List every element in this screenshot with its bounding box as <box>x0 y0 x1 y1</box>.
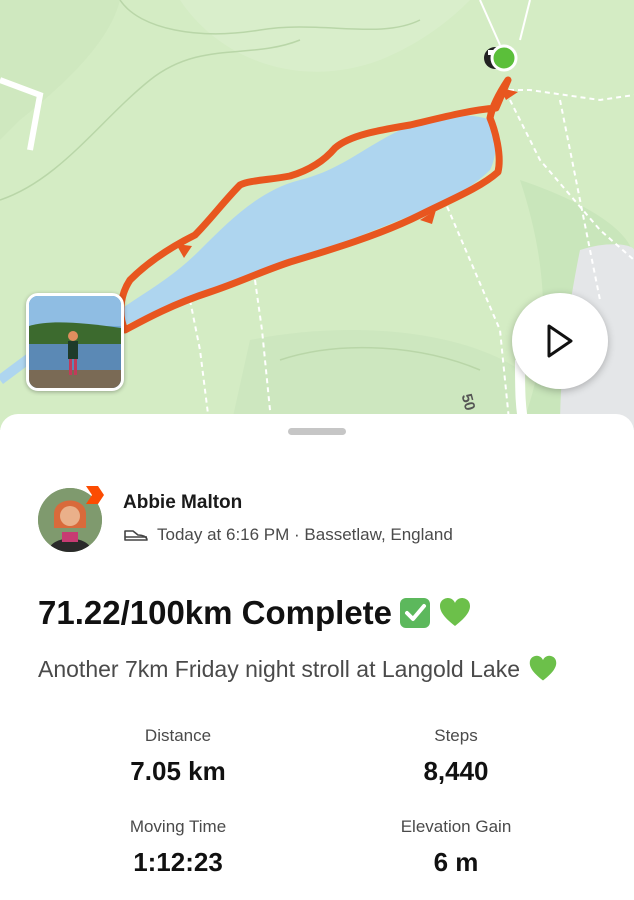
activity-description: Another 7km Friday night stroll at Lango… <box>38 654 558 684</box>
subscriber-badge-icon <box>86 486 104 504</box>
stat-value: 1:12:23 <box>133 847 223 877</box>
check-mark-button-icon <box>400 598 431 628</box>
activity-title-text: 71.22/100km Complete <box>38 594 393 631</box>
activity-meta: Today at 6:16 PM · Bassetlaw, England <box>123 525 453 545</box>
activity-details-sheet[interactable]: Abbie Malton Today at 6:16 PM · Bassetla… <box>0 414 634 900</box>
stat-value: 6 m <box>433 847 479 877</box>
activity-description-text: Another 7km Friday night stroll at Lango… <box>38 655 520 682</box>
stat-value: 7.05 km <box>130 756 226 786</box>
walking-shoe-icon <box>124 530 148 541</box>
stat-distance: Distance 7.05 km <box>28 726 328 787</box>
stat-label: Elevation Gain <box>400 817 512 836</box>
activity-title: 71.22/100km Complete <box>38 594 472 632</box>
play-flyover-button[interactable] <box>512 293 608 389</box>
activity-photo-thumbnail[interactable] <box>26 293 124 391</box>
stat-moving-time: Moving Time 1:12:23 <box>28 817 328 878</box>
stat-label: Steps <box>434 726 478 745</box>
green-heart-icon <box>440 598 471 626</box>
sheet-drag-handle[interactable] <box>288 428 346 435</box>
stat-elevation-gain: Elevation Gain 6 m <box>306 817 606 878</box>
green-heart-icon <box>529 655 557 681</box>
athlete-name[interactable]: Abbie Malton <box>123 492 242 514</box>
stat-steps: Steps 8,440 <box>306 726 606 787</box>
stat-label: Distance <box>144 726 212 745</box>
activity-time-location: Today at 6:16 PM · Bassetlaw, England <box>157 525 453 544</box>
route-map[interactable]: 50 <box>0 0 634 430</box>
stat-label: Moving Time <box>129 817 227 836</box>
stat-value: 8,440 <box>423 756 489 786</box>
play-icon <box>547 324 573 358</box>
